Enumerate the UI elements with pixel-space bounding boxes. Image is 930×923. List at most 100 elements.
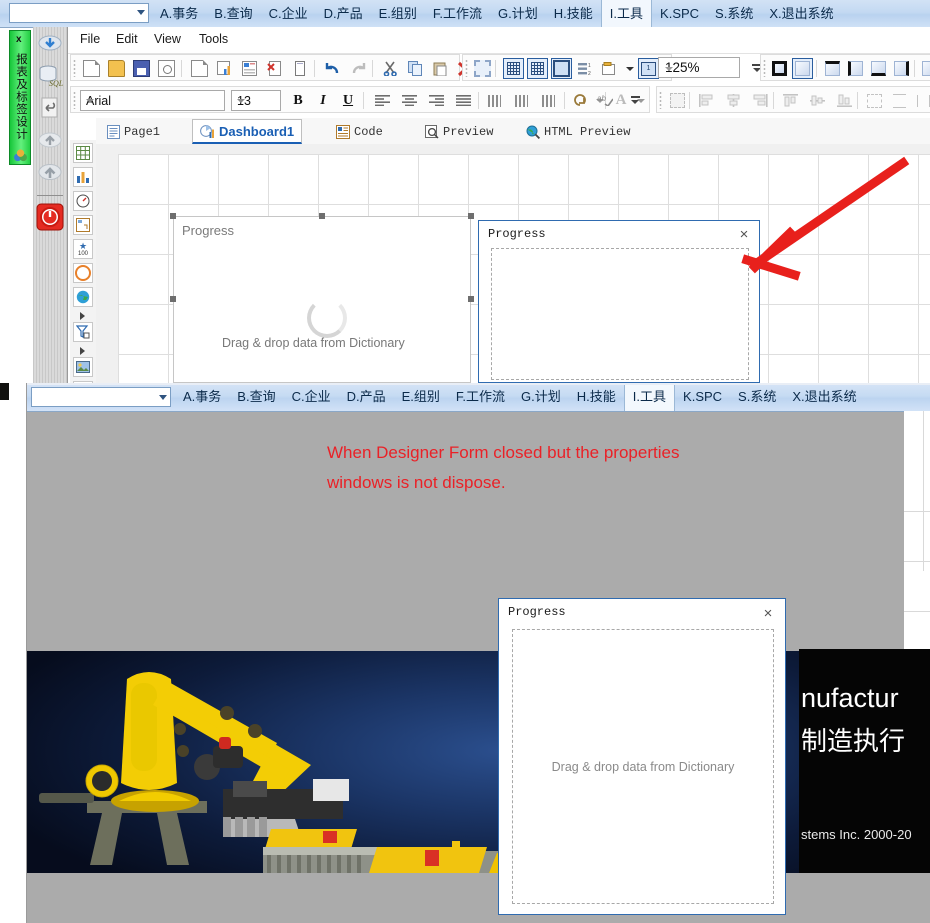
- align-right-button[interactable]: [425, 90, 447, 111]
- bottom-menu-item-10[interactable]: S.系统: [730, 383, 784, 411]
- new-page-button[interactable]: [189, 58, 210, 79]
- menu-edit[interactable]: Edit: [116, 32, 138, 46]
- align-left-button[interactable]: [371, 90, 393, 111]
- border-none-button[interactable]: [792, 58, 813, 79]
- new-dashboard-button[interactable]: [214, 58, 235, 79]
- refresh-page-icon[interactable]: [37, 95, 63, 121]
- bottom-menu-item-5[interactable]: F.工作流: [448, 383, 513, 411]
- align-objects-right-button[interactable]: [749, 90, 771, 111]
- cut-button[interactable]: [380, 58, 401, 79]
- chart-tool[interactable]: [73, 167, 93, 187]
- orphan-progress-dialog[interactable]: Progress ×: [478, 220, 760, 383]
- orphan-dialog-bottom-dropzone[interactable]: Drag & drop data from Dictionary: [512, 629, 774, 904]
- border-left-button[interactable]: [845, 58, 866, 79]
- toolbar-grip[interactable]: [659, 91, 662, 109]
- bottom-menu-item-0[interactable]: A.事务: [175, 383, 229, 411]
- top-menu-item-5[interactable]: F.工作流: [425, 0, 490, 27]
- align-objects-center-button[interactable]: [722, 90, 744, 111]
- show-grid-button[interactable]: [503, 58, 524, 79]
- space-vertically-button[interactable]: [912, 90, 930, 111]
- bottom-menu-item-9[interactable]: K.SPC: [675, 383, 730, 411]
- progress-tool[interactable]: [73, 263, 93, 283]
- menu-view[interactable]: View: [154, 32, 181, 46]
- bottom-module-combo[interactable]: [31, 387, 171, 407]
- bottom-menu-item-6[interactable]: G.计划: [513, 383, 569, 411]
- top-menu-item-3[interactable]: D.产品: [316, 0, 371, 27]
- top-menu-item-6[interactable]: G.计划: [490, 0, 546, 27]
- top-menu-item-8[interactable]: I.工具: [600, 0, 653, 27]
- border-more-button[interactable]: [919, 58, 930, 79]
- top-menu-item-4[interactable]: E.组别: [371, 0, 425, 27]
- top-menu-item-2[interactable]: C.企业: [261, 0, 316, 27]
- vertical-tab-close-icon[interactable]: x: [16, 34, 22, 45]
- tab-dashboard1[interactable]: Dashboard1: [192, 119, 303, 144]
- top-module-combo[interactable]: [9, 3, 149, 23]
- tab-page1[interactable]: Page1: [100, 119, 167, 144]
- resize-handle-tc[interactable]: [319, 213, 325, 219]
- bottom-menu-item-7[interactable]: H.技能: [569, 383, 624, 411]
- align-center-button[interactable]: [398, 90, 420, 111]
- image-tool[interactable]: [73, 357, 93, 377]
- filter-tool-expander[interactable]: [80, 347, 85, 355]
- align-objects-middle-button[interactable]: [806, 90, 828, 111]
- top-menu-item-0[interactable]: A.事务: [152, 0, 206, 27]
- font-size-combo[interactable]: 13: [231, 90, 281, 111]
- bottom-menu-item-4[interactable]: E.组别: [394, 383, 448, 411]
- print-preview-button[interactable]: [156, 58, 177, 79]
- border-bottom-button[interactable]: [868, 58, 889, 79]
- space-horizontally-button[interactable]: [888, 90, 910, 111]
- save-button[interactable]: [131, 58, 152, 79]
- menu-file[interactable]: File: [80, 32, 100, 46]
- menu-tools[interactable]: Tools: [199, 32, 228, 46]
- show-rulers-button[interactable]: [551, 58, 572, 79]
- zoom-combo[interactable]: 125%: [658, 57, 740, 78]
- size-to-fit-button[interactable]: [863, 90, 885, 111]
- font-family-combo[interactable]: Arial: [80, 90, 225, 111]
- align-justify-button[interactable]: [452, 90, 474, 111]
- close-page-button[interactable]: [264, 58, 285, 79]
- pivot-tool[interactable]: [73, 215, 93, 235]
- toolbar-grip[interactable]: [73, 59, 76, 77]
- bottom-menu-item-1[interactable]: B.查询: [229, 383, 283, 411]
- tab-html-preview[interactable]: HTML Preview: [519, 119, 637, 144]
- bottom-menu-item-11[interactable]: X.退出系统: [784, 383, 864, 411]
- italic-button[interactable]: I: [312, 90, 334, 111]
- cloud-download-icon[interactable]: [37, 31, 63, 57]
- border-top-button[interactable]: [822, 58, 843, 79]
- cloud-upload-icon[interactable]: [37, 127, 63, 153]
- bottom-menu-item-3[interactable]: D.产品: [339, 383, 394, 411]
- filter-tool[interactable]: [73, 322, 93, 342]
- power-exit-icon[interactable]: [36, 203, 64, 231]
- select-objects-button[interactable]: [666, 90, 688, 111]
- tab-code[interactable]: Code: [329, 119, 390, 144]
- cloud-upload-alt-icon[interactable]: [37, 159, 63, 185]
- align-objects-bottom-button[interactable]: [833, 90, 855, 111]
- orphan-progress-dialog-bottom[interactable]: Progress × Drag & drop data from Diction…: [498, 598, 786, 915]
- top-menu-item-7[interactable]: H.技能: [546, 0, 601, 27]
- border-right-button[interactable]: [891, 58, 912, 79]
- format-overflow-button[interactable]: [624, 89, 646, 110]
- spellcheck-button[interactable]: ab: [594, 89, 616, 110]
- valign-middle-button[interactable]: [510, 90, 532, 111]
- orphan-dialog-dropzone[interactable]: [491, 248, 749, 380]
- new-report-button[interactable]: [239, 58, 260, 79]
- resize-handle-tl[interactable]: [170, 213, 176, 219]
- valign-bottom-button[interactable]: [537, 90, 559, 111]
- copy-button[interactable]: [405, 58, 426, 79]
- tab-preview[interactable]: Preview: [418, 119, 500, 144]
- align-objects-top-button[interactable]: [779, 90, 801, 111]
- page-number-button[interactable]: 1: [638, 58, 659, 79]
- top-menu-item-1[interactable]: B.查询: [206, 0, 260, 27]
- new-button[interactable]: [81, 58, 102, 79]
- bold-button[interactable]: B: [287, 90, 309, 111]
- toolbar-grip[interactable]: [73, 91, 76, 109]
- align-objects-left-button[interactable]: [695, 90, 717, 111]
- page-layout-button[interactable]: [599, 58, 620, 79]
- select-all-button[interactable]: [472, 58, 493, 79]
- valign-top-button[interactable]: [483, 90, 505, 111]
- top-menu-item-11[interactable]: X.退出系统: [761, 0, 841, 27]
- table-tool[interactable]: [73, 143, 93, 163]
- toolbar-grip[interactable]: [763, 59, 766, 77]
- vertical-tab-report-label-design[interactable]: x 报表及标签设计: [9, 30, 31, 165]
- resize-handle-ml[interactable]: [170, 296, 176, 302]
